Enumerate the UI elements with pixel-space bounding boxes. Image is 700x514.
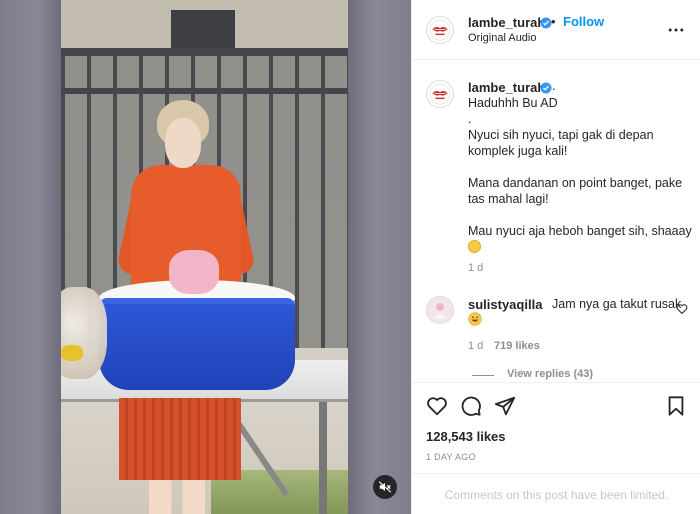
post-panel: lambe_turah • Follow Original Audio lamb… [411, 0, 700, 514]
avatar[interactable] [426, 80, 454, 108]
post-header: lambe_turah • Follow Original Audio [412, 0, 700, 60]
audio-muted-icon [378, 481, 392, 493]
caption-text: Haduhhh Bu AD . Nyuci sih nyuci, tapi ga… [468, 95, 693, 255]
follow-button[interactable]: Follow [563, 14, 604, 29]
video-frame[interactable] [61, 0, 348, 514]
replies-divider [472, 375, 494, 376]
more-horizontal-icon[interactable] [666, 20, 686, 40]
like-comment-icon[interactable] [676, 303, 688, 315]
user-avatar-icon [428, 298, 452, 322]
lambe-turah-logo-icon [429, 19, 451, 41]
legs [149, 480, 205, 514]
grinning-sweat-emoji [468, 312, 482, 326]
comment-text: Jam nya ga takut rusak [552, 297, 682, 311]
view-replies-button[interactable]: View replies (43) [507, 368, 593, 380]
pink-gloves [169, 250, 219, 294]
bookmark-icon[interactable] [665, 395, 687, 417]
comments-limited-notice: Comments on this post have been limited. [412, 473, 700, 514]
table-leg [319, 402, 327, 514]
blue-basin [99, 298, 295, 390]
background-window [171, 10, 235, 52]
post-date[interactable]: 1 DAY AGO [426, 452, 476, 462]
send-icon[interactable] [494, 395, 516, 417]
clear-bag [61, 287, 107, 379]
heart-icon[interactable] [426, 395, 448, 417]
caption-dot: . [552, 78, 556, 93]
caption-username[interactable]: lambe_turah [468, 80, 545, 95]
face [165, 118, 201, 168]
separator-dot: • [551, 14, 556, 29]
grimacing-face-emoji [468, 240, 481, 253]
pleated-skirt [119, 398, 241, 480]
original-audio-link[interactable]: Original Audio [468, 32, 537, 44]
comment-likes-count[interactable]: 719 likes [494, 340, 540, 352]
media-right-pillar [348, 0, 411, 514]
avatar[interactable] [426, 16, 454, 44]
lambe-turah-logo-icon [429, 83, 451, 105]
bag-contents [61, 345, 83, 361]
actions-section: 128,543 likes 1 DAY AGO Comments on this… [412, 382, 700, 514]
likes-count[interactable]: 128,543 likes [426, 429, 506, 444]
avatar[interactable] [426, 296, 454, 324]
comments-section[interactable]: lambe_turah . Haduhhh Bu AD . Nyuci sih … [412, 60, 700, 382]
gate-rail [61, 88, 348, 94]
mute-button[interactable] [373, 475, 397, 499]
comment-timestamp[interactable]: 1 d [468, 340, 483, 352]
media-left-pillar [0, 0, 61, 514]
verified-badge-icon [540, 82, 552, 94]
post-media[interactable] [0, 0, 411, 514]
comment-username[interactable]: sulistyaqilla [468, 297, 542, 312]
gate-rail [61, 48, 348, 56]
caption-timestamp[interactable]: 1 d [468, 262, 483, 274]
author-username[interactable]: lambe_turah [468, 15, 545, 30]
caption-body: Haduhhh Bu AD . Nyuci sih nyuci, tapi ga… [468, 96, 692, 238]
comment-icon[interactable] [460, 395, 482, 417]
